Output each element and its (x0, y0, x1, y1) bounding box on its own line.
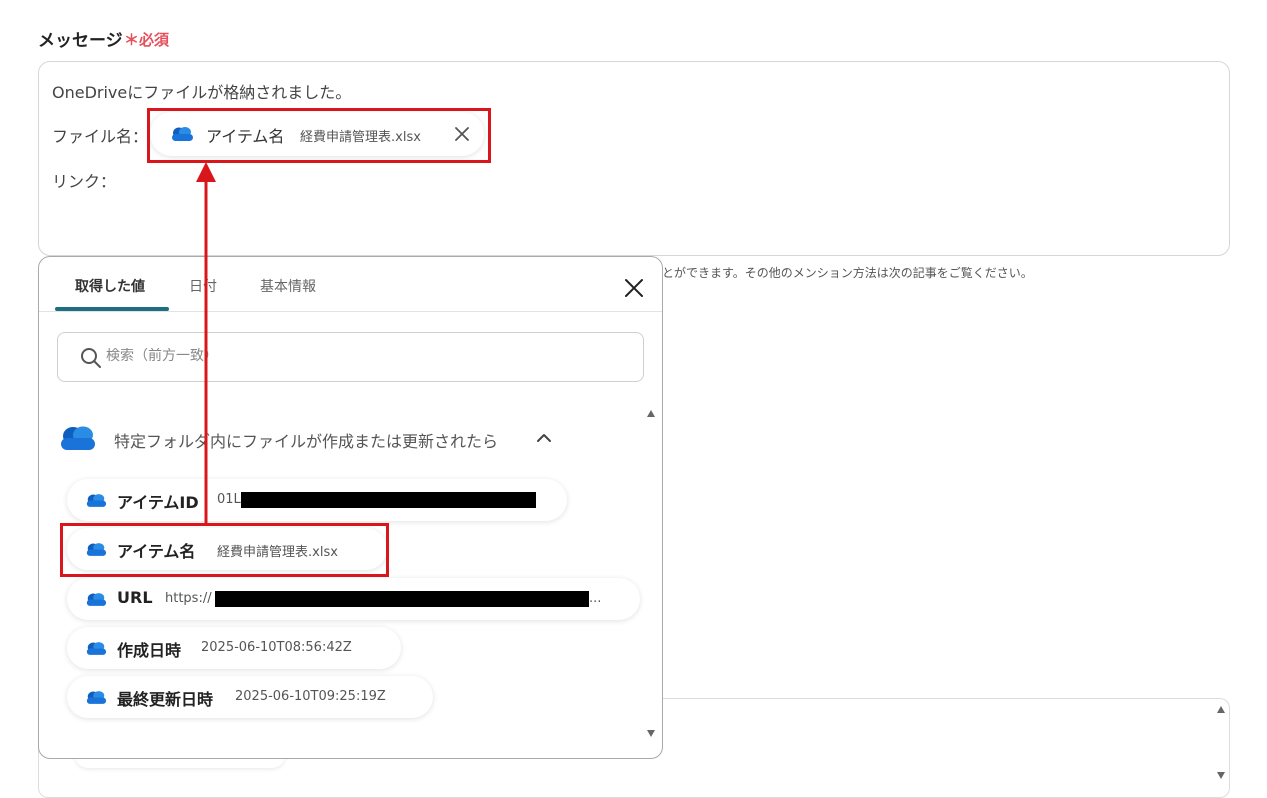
search-icon (81, 348, 101, 368)
item-key: 作成日時 (117, 641, 182, 660)
list-item-item-id[interactable]: アイテムID 01L (67, 479, 567, 521)
search-input[interactable] (106, 348, 606, 364)
message-line-link-label: リンク： (52, 172, 117, 191)
scroll-up-icon[interactable] (647, 410, 655, 417)
message-line-filename-label: ファイル名： (52, 127, 149, 146)
tab-basic-info[interactable]: 基本情報 (260, 276, 316, 296)
tab-divider (39, 311, 662, 312)
list-item-updated-at[interactable]: 最終更新日時 2025-06-10T09:25:19Z (67, 676, 433, 718)
item-key: URL (117, 588, 153, 607)
item-key: 最終更新日時 (117, 690, 214, 709)
item-value: https:// (165, 591, 212, 606)
onedrive-cloud-icon (86, 642, 107, 655)
close-icon[interactable] (623, 277, 645, 299)
onedrive-cloud-icon (61, 426, 95, 450)
required-mark: ＊必須 (124, 31, 170, 49)
onedrive-cloud-icon (86, 494, 107, 507)
message-line-1: OneDriveにファイルが格納されました。 (52, 83, 352, 102)
item-key: アイテムID (117, 493, 199, 512)
annotation-highlight-source (60, 523, 389, 577)
value-picker-popup: 取得した値 日付 基本情報 特定フォルダ内にファイルが作成または更新されたら ア… (38, 256, 663, 759)
item-value: 2025-06-10T08:56:42Z (201, 640, 352, 655)
onedrive-cloud-icon (86, 691, 107, 704)
trigger-group-title[interactable]: 特定フォルダ内にファイルが作成または更新されたら (114, 428, 498, 452)
chevron-up-icon[interactable] (536, 431, 552, 445)
redaction-bar (241, 492, 536, 508)
scroll-up-icon[interactable] (1217, 706, 1225, 713)
tab-acquired-values[interactable]: 取得した値 (75, 276, 145, 296)
scroll-down-icon[interactable] (1217, 772, 1225, 779)
help-text: とができます。その他のメンション方法は次の記事をご覧ください。 (662, 266, 1033, 280)
onedrive-cloud-icon (86, 593, 107, 606)
item-value: 2025-06-10T09:25:19Z (235, 689, 386, 704)
item-value-ellipsis: ... (589, 591, 602, 606)
search-box[interactable] (57, 332, 644, 382)
field-label: メッセージ (38, 31, 123, 51)
list-item-created-at[interactable]: 作成日時 2025-06-10T08:56:42Z (67, 627, 401, 669)
annotation-arrow-icon (196, 162, 216, 523)
scroll-down-icon[interactable] (647, 730, 655, 737)
redaction-bar (215, 591, 589, 607)
list-item-url[interactable]: URL https:// ... (67, 578, 640, 620)
